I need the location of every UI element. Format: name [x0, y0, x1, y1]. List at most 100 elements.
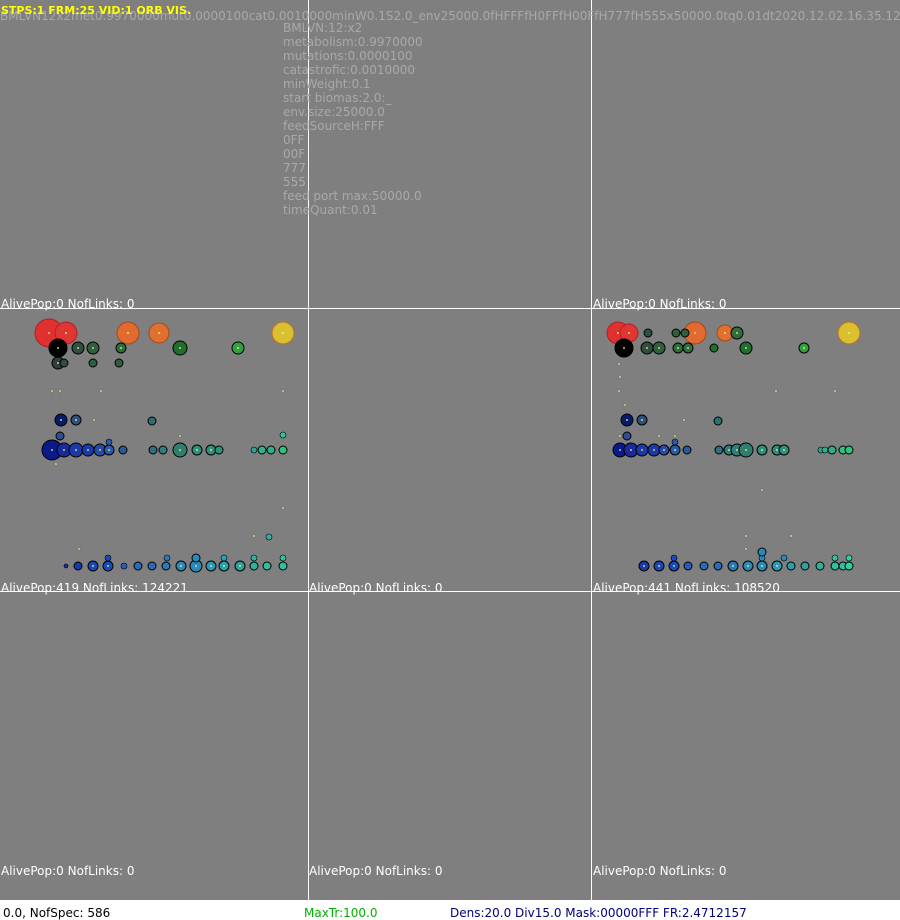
organism-blob	[161, 561, 171, 571]
organism-blob	[158, 445, 168, 455]
organism-core	[60, 419, 62, 421]
organism-blob	[55, 431, 65, 441]
organism-core	[210, 565, 212, 567]
organism-blob	[99, 389, 103, 393]
organism-blob	[774, 389, 778, 393]
organism-core	[745, 347, 747, 349]
organism-blob	[618, 434, 622, 438]
stat-mid-left: AlivePop:419 NofLinks: 124221	[1, 581, 188, 595]
organism-core	[65, 332, 67, 334]
organism-blob	[147, 416, 157, 426]
organism-blob	[279, 554, 287, 562]
organism-core	[658, 347, 660, 349]
organism-blob	[643, 328, 653, 338]
organism-blob	[657, 434, 661, 438]
organism-core	[776, 449, 778, 451]
organism-core	[282, 332, 284, 334]
organism-core	[687, 347, 689, 349]
organism-blob	[214, 445, 224, 455]
organism-blob	[59, 358, 69, 368]
organism-core	[195, 565, 197, 567]
organism-blob	[789, 534, 793, 538]
organism-core	[673, 565, 675, 567]
organism-blob	[780, 554, 788, 562]
organism-blob	[617, 362, 621, 366]
organism-blob	[220, 554, 228, 562]
organism-core	[776, 565, 778, 567]
param-line: 777	[283, 161, 306, 175]
organism-core	[127, 332, 129, 334]
organism-core	[643, 565, 645, 567]
organism-core	[63, 449, 65, 451]
organism-blob	[250, 446, 258, 454]
organism-core	[626, 419, 628, 421]
organism-blob	[682, 418, 686, 422]
organism-blob	[77, 547, 81, 551]
stat-top-left: AlivePop:0 NofLinks: 0	[1, 297, 135, 311]
organism-core	[48, 332, 50, 334]
organism-core	[724, 332, 726, 334]
organism-blob	[699, 561, 709, 571]
organism-blob	[682, 445, 692, 455]
organism-core	[237, 347, 239, 349]
organism-core	[180, 565, 182, 567]
organism-blob	[120, 562, 128, 570]
param-line: 0FF	[283, 133, 305, 147]
param-line: timeQuant:0.01	[283, 203, 378, 217]
organism-core	[736, 332, 738, 334]
organism-blob	[670, 554, 678, 562]
organism-blob	[163, 554, 171, 562]
organism-core	[223, 565, 225, 567]
organism-core	[848, 332, 850, 334]
organism-blob	[50, 389, 54, 393]
param-line: feedSourceH:FFF	[283, 119, 385, 133]
organism-core	[803, 347, 805, 349]
organism-blob	[709, 343, 719, 353]
organism-blob	[714, 445, 724, 455]
organism-core	[196, 449, 198, 451]
stat-mid-center: AlivePop:0 NofLinks: 0	[309, 581, 443, 595]
organism-blob	[821, 446, 829, 454]
organism-core	[641, 419, 643, 421]
param-line: metabolism:0.9970000	[283, 35, 423, 49]
organism-blob	[760, 488, 764, 492]
organism-core	[783, 449, 785, 451]
organism-blob	[844, 445, 854, 455]
organism-blob	[800, 561, 810, 571]
organism-blob	[830, 561, 840, 571]
organism-blob	[827, 445, 837, 455]
organism-blob	[617, 389, 621, 393]
organism-blob	[147, 561, 157, 571]
organism-core	[761, 565, 763, 567]
organism-core	[92, 565, 94, 567]
organism-core	[92, 347, 94, 349]
organism-blob	[844, 561, 854, 571]
organism-blob	[249, 561, 259, 571]
organism-blob	[88, 358, 98, 368]
organism-blob	[250, 554, 258, 562]
organism-blob	[713, 561, 723, 571]
organism-core	[653, 449, 655, 451]
organism-core	[736, 449, 738, 451]
population-view-left	[34, 318, 295, 573]
organism-blob	[671, 328, 681, 338]
organism-core	[120, 347, 122, 349]
organism-blob	[252, 534, 256, 538]
organism-blob	[191, 553, 201, 563]
organism-blob	[845, 554, 853, 562]
organism-blob	[673, 434, 677, 438]
organism-core	[641, 449, 643, 451]
organism-core	[663, 449, 665, 451]
organism-core	[747, 565, 749, 567]
organism-core	[745, 449, 747, 451]
organism-blob	[266, 445, 276, 455]
param-line: 555	[283, 175, 306, 189]
param-line: start biomas:2.0:_	[283, 91, 392, 105]
organism-blob	[105, 438, 113, 446]
organism-core	[75, 419, 77, 421]
organism-core	[646, 347, 648, 349]
organism-blob	[58, 389, 62, 393]
organism-blob	[671, 438, 679, 446]
organism-core	[677, 347, 679, 349]
organism-blob	[622, 431, 632, 441]
